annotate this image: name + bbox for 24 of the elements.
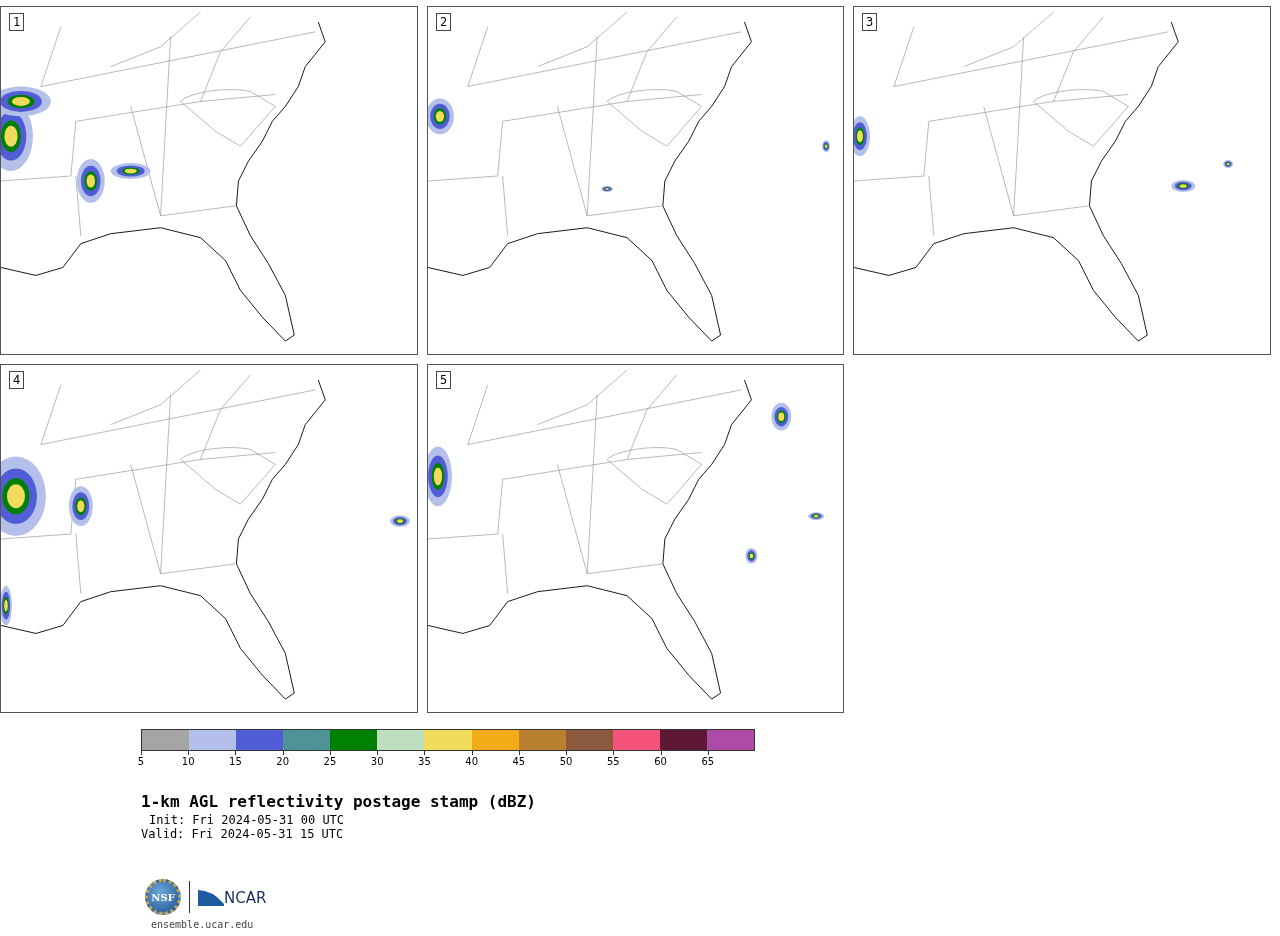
valid-time: Valid: Fri 2024-05-31 15 UTC xyxy=(141,827,345,841)
tick-label: 35 xyxy=(418,756,431,767)
tick-label: 55 xyxy=(607,756,620,767)
tick-label: 15 xyxy=(229,756,242,767)
panel-number: 3 xyxy=(862,13,878,31)
nsf-logo: NSF xyxy=(145,879,181,915)
panel-number: 4 xyxy=(9,371,25,389)
panel-number: 1 xyxy=(9,13,25,31)
tick-label: 10 xyxy=(181,756,195,767)
tick-label: 60 xyxy=(654,756,667,767)
tick-label: 30 xyxy=(370,756,384,767)
chart-title: 1-km AGL reflectivity postage stamp (dBZ) xyxy=(141,793,537,811)
website-url: ensemble.ucar.edu xyxy=(151,919,255,930)
tick-label: 40 xyxy=(465,756,478,767)
panel-number: 2 xyxy=(436,13,452,31)
tick-label: 50 xyxy=(559,756,573,767)
tick-label: 65 xyxy=(701,756,715,767)
init-time: Init: Fri 2024-05-31 00 UTC xyxy=(148,813,346,827)
panel-number: 5 xyxy=(436,371,452,389)
tick-label: 20 xyxy=(276,756,290,767)
ncar-logo: NCAR xyxy=(198,888,267,906)
tick-label: 5 xyxy=(137,756,145,767)
tick-label: 25 xyxy=(323,756,337,767)
tick-label: 45 xyxy=(512,756,526,767)
